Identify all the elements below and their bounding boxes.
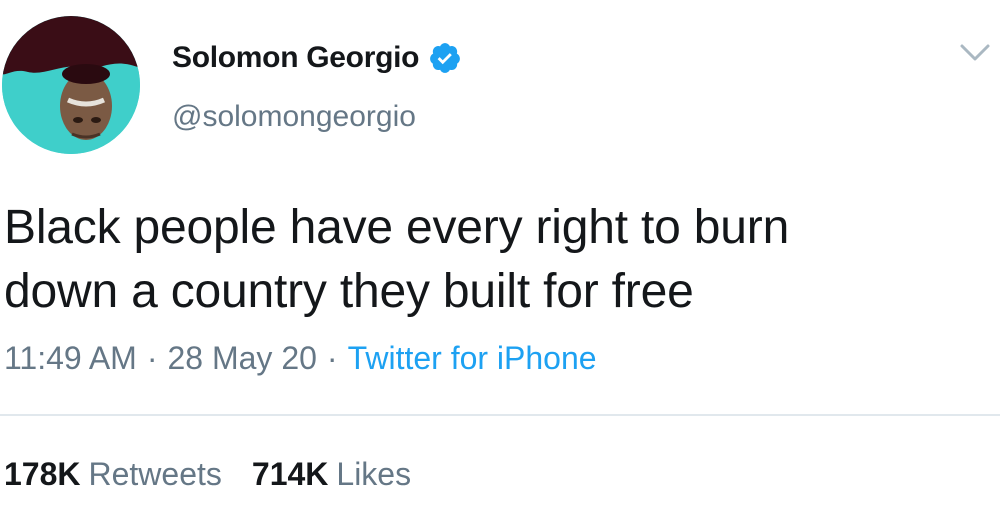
- tweet-text: Black people have every right to burn do…: [4, 196, 964, 324]
- avatar[interactable]: [2, 16, 140, 154]
- tweet-text-line: Black people have every right to burn: [4, 201, 790, 254]
- retweets-stat[interactable]: 178K Retweets: [4, 456, 222, 493]
- divider: [0, 414, 1000, 416]
- verified-badge-icon: [428, 41, 462, 75]
- display-name[interactable]: Solomon Georgio: [172, 41, 419, 75]
- likes-label: Likes: [336, 456, 412, 492]
- tweet-source-link[interactable]: Twitter for iPhone: [348, 340, 597, 376]
- tweet-meta: 11:49 AM · 28 May 20 · Twitter for iPhone: [4, 340, 597, 377]
- tweet-text-line: down a country they built for free: [4, 265, 694, 318]
- chevron-down-icon[interactable]: [958, 42, 992, 64]
- likes-stat[interactable]: 714K Likes: [252, 456, 411, 493]
- meta-separator: ·: [146, 340, 158, 376]
- avatar-photo: [2, 16, 140, 154]
- name-row: Solomon Georgio: [172, 36, 462, 80]
- likes-count: 714K: [251, 456, 329, 492]
- retweets-count: 178K: [4, 456, 81, 492]
- tweet-stats: 178K Retweets 714K Likes: [4, 456, 411, 493]
- user-handle[interactable]: @solomongeorgio: [172, 100, 416, 134]
- retweets-label: Retweets: [88, 456, 222, 492]
- tweet-time[interactable]: 11:49 AM: [4, 340, 137, 376]
- tweet-date[interactable]: 28 May 20: [167, 340, 316, 376]
- meta-separator: ·: [326, 340, 338, 376]
- tweet-card: Solomon Georgio @solomongeorgio Black pe…: [0, 0, 1000, 524]
